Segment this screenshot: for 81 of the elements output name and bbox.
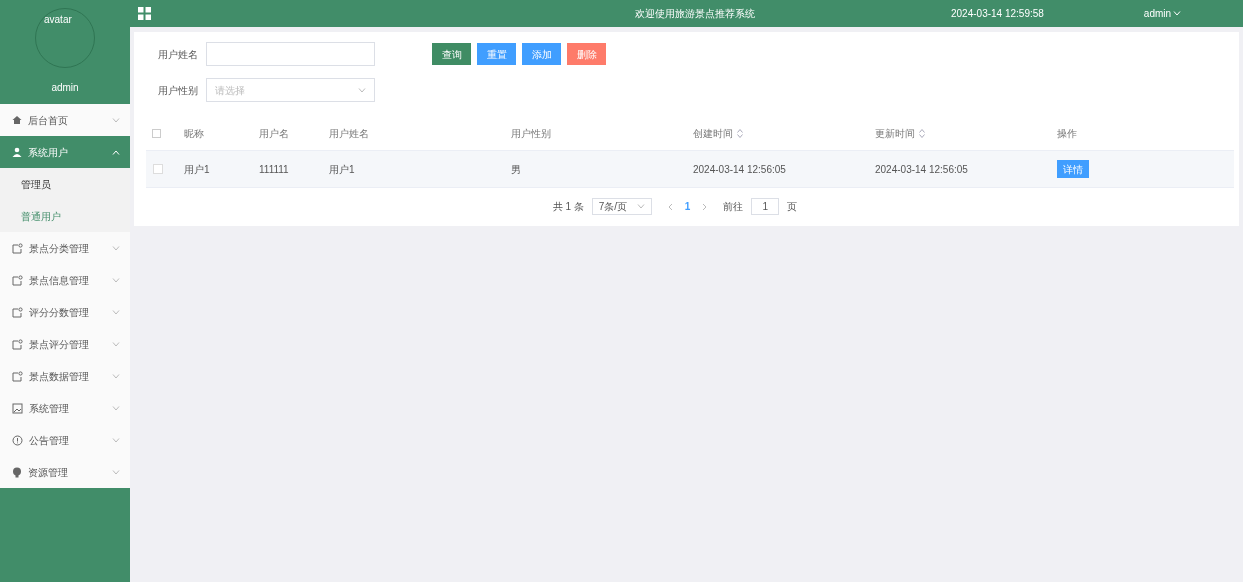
sidebar-menu-item[interactable]: 公告管理	[0, 424, 130, 456]
home-icon	[12, 115, 22, 125]
chevron-icon	[112, 149, 120, 155]
menu-label: 景点数据管理	[29, 369, 90, 384]
chevron-icon	[358, 87, 366, 93]
menu-label: 系统用户	[28, 145, 69, 160]
menu-label: 公告管理	[29, 433, 70, 448]
menu-label: 景点评分管理	[29, 337, 90, 352]
chevron-icon	[112, 437, 120, 443]
sidebar-menu-item[interactable]: 评分分数管理	[0, 296, 130, 328]
page-input[interactable]: 1	[751, 198, 780, 215]
total-count: 共 1 条	[552, 200, 584, 214]
chevron-icon	[112, 405, 120, 411]
chevron-icon	[112, 469, 120, 475]
user-menu[interactable]: admin	[1143, 6, 1182, 21]
menu-label: 评分分数管理	[29, 305, 90, 320]
chevron-icon	[112, 373, 120, 379]
table-cell: 男	[511, 163, 521, 175]
row-checkbox[interactable]	[153, 164, 163, 174]
chevron-icon	[1173, 11, 1182, 16]
chevron-icon	[112, 309, 120, 315]
next-page-icon[interactable]	[702, 202, 708, 211]
sidebar-username: admin	[51, 81, 79, 95]
sidebar-menu-item[interactable]: 景点分类管理	[0, 232, 130, 264]
page-suffix: 页	[787, 200, 798, 214]
sidebar-menu-item[interactable]: 景点数据管理	[0, 360, 130, 392]
info-icon	[12, 434, 23, 446]
column-header: 创建时间	[693, 127, 733, 141]
table-cell: 用户1	[184, 163, 210, 175]
header-datetime: 2024-03-14 12:59:58	[951, 7, 1044, 21]
sidebar-menu-item[interactable]: 系统用户	[0, 136, 130, 168]
menu-label: 系统管理	[29, 401, 70, 416]
chevron-icon	[112, 277, 120, 283]
avatar-label: avatar	[44, 13, 72, 27]
column-header: 更新时间	[875, 127, 915, 141]
header-checkbox[interactable]	[152, 129, 161, 138]
image-icon	[12, 402, 23, 414]
system-title: 欢迎使用旅游景点推荐系统	[635, 7, 755, 21]
chevron-icon	[636, 204, 645, 209]
table-cell: 2024-03-14 12:56:05	[693, 163, 786, 175]
previous-page-icon[interactable]	[667, 202, 673, 211]
column-header: 操作	[1057, 127, 1077, 141]
user-icon	[12, 147, 22, 157]
column-header: 昵称	[184, 127, 204, 141]
document-icon	[12, 274, 23, 286]
chevron-icon	[112, 117, 120, 123]
table-cell: 111111	[259, 163, 289, 175]
chevron-icon	[112, 341, 120, 347]
page-size-value: 7条/页	[598, 200, 628, 214]
document-icon	[12, 338, 23, 350]
document-icon	[12, 306, 23, 318]
document-icon	[12, 370, 23, 382]
page-size-select[interactable]: 7条/页	[591, 198, 652, 215]
select-placeholder: 请选择	[215, 83, 245, 98]
grid-icon[interactable]	[138, 7, 151, 20]
menu-label: 景点分类管理	[29, 241, 90, 256]
filter-label: 用户姓名	[158, 47, 198, 62]
chevron-icon	[112, 245, 120, 251]
sidebar-menu-item[interactable]: 景点信息管理	[0, 264, 130, 296]
column-header: 用户名	[259, 127, 289, 141]
column-header: 用户姓名	[329, 127, 369, 141]
sort-icon[interactable]	[919, 129, 925, 138]
menu-label: 后台首页	[28, 113, 69, 128]
filter-label: 用户性别	[158, 83, 198, 98]
sort-icon[interactable]	[737, 129, 743, 138]
sidebar-menu-item[interactable]: 景点评分管理	[0, 328, 130, 360]
sidebar-menu-item[interactable]: 资源管理	[0, 456, 130, 488]
input-field[interactable]	[206, 42, 375, 66]
column-header: 用户性别	[511, 127, 551, 141]
document-icon	[12, 242, 23, 254]
bulb-icon	[12, 466, 22, 478]
goto-label: 前往	[723, 200, 744, 214]
menu-label: 资源管理	[28, 465, 69, 480]
submenu-item[interactable]: 管理员	[0, 168, 130, 200]
table-cell: 2024-03-14 12:56:05	[875, 163, 968, 175]
table-cell: 用户1	[329, 163, 355, 175]
sidebar-menu-item[interactable]: 系统管理	[0, 392, 130, 424]
action-button[interactable]: 查询	[432, 43, 471, 65]
sidebar-menu-item[interactable]: 后台首页	[0, 104, 130, 136]
submenu-item[interactable]: 普通用户	[0, 200, 130, 232]
menu-label: 景点信息管理	[29, 273, 90, 288]
